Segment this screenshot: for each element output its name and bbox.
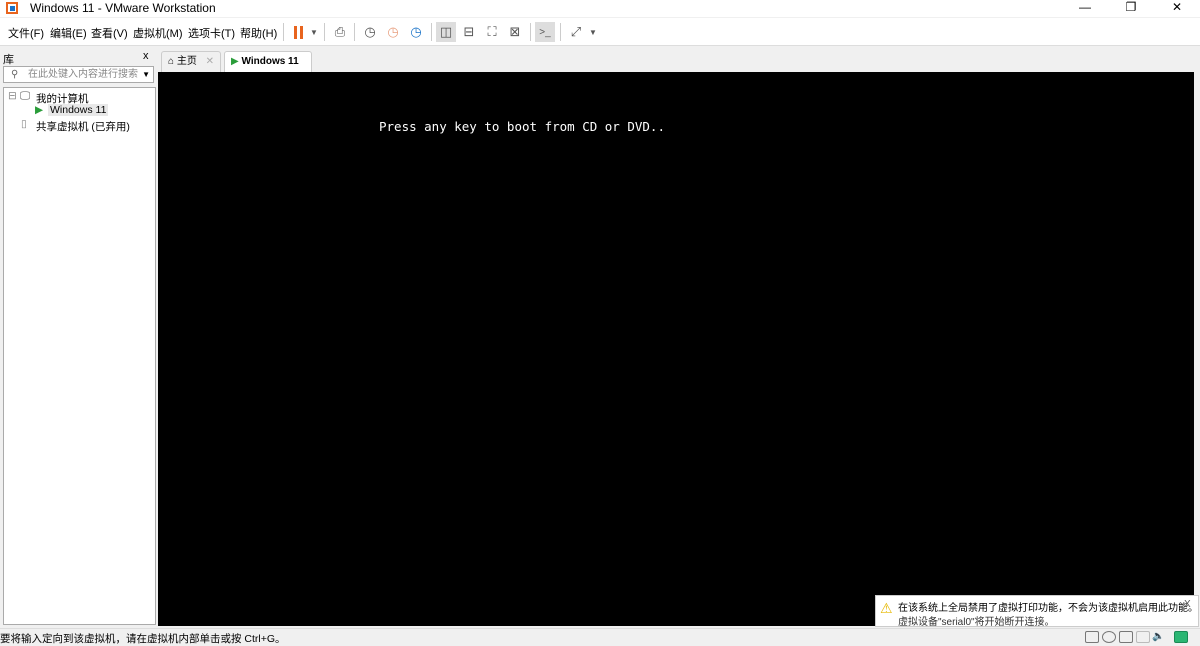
maximize-button[interactable]: ❐ — [1108, 0, 1154, 17]
vertical-scrollbar[interactable] — [1194, 72, 1200, 626]
home-icon: ⌂ — [168, 56, 175, 67]
notification-line-2: 虚拟设备"serial0"将开始断开连接。 — [898, 617, 1055, 628]
vmware-logo-icon — [6, 2, 18, 14]
send-ctrl-alt-del-icon[interactable]: ⎙ — [330, 22, 350, 42]
thumbnail-bar-icon[interactable]: ⊟ — [459, 22, 479, 42]
sound-icon[interactable]: 🔈 — [1152, 631, 1166, 643]
menu-tabs[interactable]: 选项卡(T) — [188, 25, 235, 41]
notification-close-button[interactable]: X — [1184, 599, 1191, 610]
status-bar: 要将输入定向到该虚拟机，请在虚拟机内部单击或按 Ctrl+G。 🔈 — [0, 628, 1200, 645]
menu-view[interactable]: 查看(V) — [91, 25, 128, 41]
library-panel: 库 x ⚲ 在此处键入内容进行搜索 ▼ ⊟ 🖵 我的计算机 ▶ Windows … — [0, 47, 157, 628]
menu-help[interactable]: 帮助(H) — [240, 25, 277, 41]
tab-close-icon[interactable]: ✕ — [206, 56, 214, 67]
shared-vm-icon: ▯ — [21, 118, 27, 130]
menu-vm[interactable]: 虚拟机(M) — [133, 25, 183, 41]
close-button[interactable]: ✕ — [1154, 0, 1200, 17]
computer-icon: 🖵 — [20, 90, 31, 102]
tree-item-shared-vms[interactable]: 共享虚拟机 (已弃用) — [36, 119, 130, 134]
tab-windows-11[interactable]: ▶ Windows 11 ✕ — [224, 51, 312, 87]
unity-icon[interactable]: ⊠ — [505, 22, 525, 42]
search-dropdown-icon[interactable]: ▼ — [142, 67, 150, 82]
menu-file[interactable]: 文件(F) — [8, 25, 44, 41]
message-log-icon[interactable] — [1174, 631, 1188, 643]
vm-console[interactable]: Press any key to boot from CD or DVD.. — [158, 72, 1194, 626]
warning-icon: ⚠ — [880, 600, 893, 616]
tree-item-windows-11[interactable]: Windows 11 — [48, 104, 109, 116]
collapse-icon[interactable]: ⊟ — [8, 90, 17, 102]
printer-icon[interactable] — [1136, 631, 1150, 643]
vm-running-icon: ▶ — [231, 56, 239, 67]
tab-bar: ⌂ 主页 ✕ ▶ Windows 11 ✕ — [158, 47, 1200, 87]
snapshot-icon[interactable]: ◷ — [360, 22, 380, 42]
library-close-button[interactable]: x — [143, 50, 149, 62]
vm-running-icon: ▶ — [35, 104, 44, 116]
menu-bar: 文件(F) 编辑(E) 查看(V) 虚拟机(M) 选项卡(T) 帮助(H) ▼ … — [0, 18, 1200, 46]
dropdown-icon[interactable]: ▼ — [583, 22, 603, 42]
boot-message: Press any key to boot from CD or DVD.. — [379, 119, 665, 134]
library-title: 库 — [3, 54, 14, 66]
hard-disk-icon[interactable] — [1085, 631, 1099, 643]
library-search-input[interactable]: ⚲ 在此处键入内容进行搜索 ▼ — [3, 66, 154, 83]
title-bar: Windows 11 - VMware Workstation — ❐ ✕ — [0, 0, 1200, 17]
notification-popup: ⚠ 在该系统上全局禁用了虚拟打印功能，不会为该虚拟机启用此功能。 虚拟设备"se… — [875, 595, 1199, 628]
network-icon[interactable] — [1119, 631, 1133, 643]
library-tree: ⊟ 🖵 我的计算机 ▶ Windows 11 ▯ 共享虚拟机 (已弃用) — [3, 87, 156, 625]
notification-line-1: 在该系统上全局禁用了虚拟打印功能，不会为该虚拟机启用此功能。 — [898, 603, 1198, 614]
tab-home[interactable]: ⌂ 主页 ✕ — [161, 51, 221, 72]
minimize-button[interactable]: — — [1062, 0, 1108, 17]
revert-snapshot-icon[interactable]: ◷ — [383, 22, 403, 42]
console-view-icon[interactable]: >_ — [535, 22, 555, 42]
snapshot-manager-icon[interactable]: ◷ — [406, 22, 426, 42]
show-library-icon[interactable]: ◫ — [436, 22, 456, 42]
dropdown-icon[interactable]: ▼ — [304, 22, 324, 42]
cd-dvd-icon[interactable] — [1102, 631, 1116, 643]
menu-edit[interactable]: 编辑(E) — [50, 25, 87, 41]
window-title: Windows 11 - VMware Workstation — [30, 1, 216, 15]
full-screen-icon[interactable]: ⛶ — [482, 22, 502, 42]
search-icon: ⚲ — [11, 69, 19, 80]
